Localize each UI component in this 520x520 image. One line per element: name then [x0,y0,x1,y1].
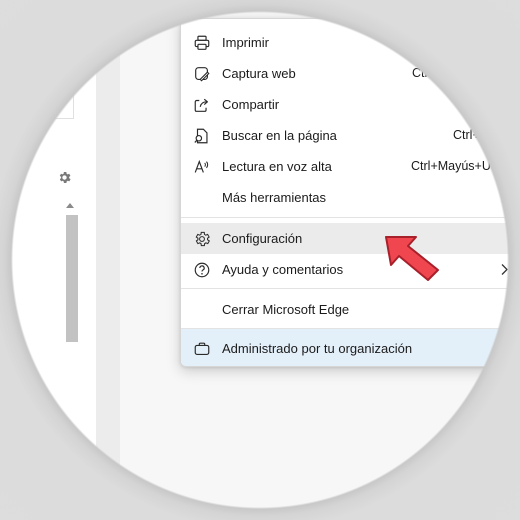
page-divider-column [96,0,120,520]
read-aloud-icon [194,159,209,173]
menu-item-shortcut: Ctrl+ [412,66,439,80]
chevron-right-icon [501,264,508,275]
menu-item-more-tools[interactable]: Más herramientas [181,182,520,213]
menu-item-label: Buscar en la página [222,128,337,143]
help-icon [194,262,210,278]
web-capture-icon [195,67,210,82]
menu-separator [181,288,520,289]
menu-item-web-capture[interactable]: Captura web Ctrl+ [181,58,520,89]
menu-item-help-feedback[interactable]: Ayuda y comentarios [181,254,520,285]
screenshot-stage: Imprimir Captura web Ctrl+ Compartir Bus… [0,0,520,520]
menu-item-shortcut: Ctrl+F [453,128,488,142]
menu-item-label: Más herramientas [222,190,327,205]
menu-item-label: Administrado por tu organización [222,341,413,356]
menu-item-shortcut: Ctrl+Mayús+U [411,159,491,173]
printer-icon [194,35,210,50]
menu-item-print[interactable]: Imprimir [181,27,520,58]
scrollbar-thumb[interactable] [66,215,78,342]
menu-item-label: Configuración [222,231,303,246]
menu-item-find-on-page[interactable]: Buscar en la página Ctrl+F [181,120,520,151]
menu-separator [181,217,520,218]
gear-icon [195,231,210,247]
menu-item-label: Imprimir [222,35,269,50]
scroll-up-arrow-icon[interactable] [66,203,74,208]
menu-item-label: Captura web [222,66,296,81]
red-pointer-arrow-icon [385,236,439,281]
menu-item-read-aloud[interactable]: Lectura en voz alta Ctrl+Mayús+U [181,151,520,182]
share-icon [194,98,208,112]
menu-item-settings[interactable]: Configuración [181,223,520,254]
menu-item-label: Ayuda y comentarios [222,262,344,277]
menu-item-label: Lectura en voz alta [222,159,332,174]
briefcase-icon [194,342,210,355]
settings-menu: Imprimir Captura web Ctrl+ Compartir Bus… [180,18,520,367]
content-box [0,0,74,119]
menu-item-managed-by-org[interactable]: Administrado por tu organización [181,329,520,366]
chevron-right-icon [501,192,508,203]
menu-item-share[interactable]: Compartir [181,89,520,120]
find-icon [194,128,208,144]
gear-icon[interactable] [57,170,72,185]
menu-item-close-edge[interactable]: Cerrar Microsoft Edge [181,294,520,325]
menu-item-label: Compartir [222,97,280,112]
menu-item-label: Cerrar Microsoft Edge [222,302,350,317]
browser-side-area [0,0,96,520]
